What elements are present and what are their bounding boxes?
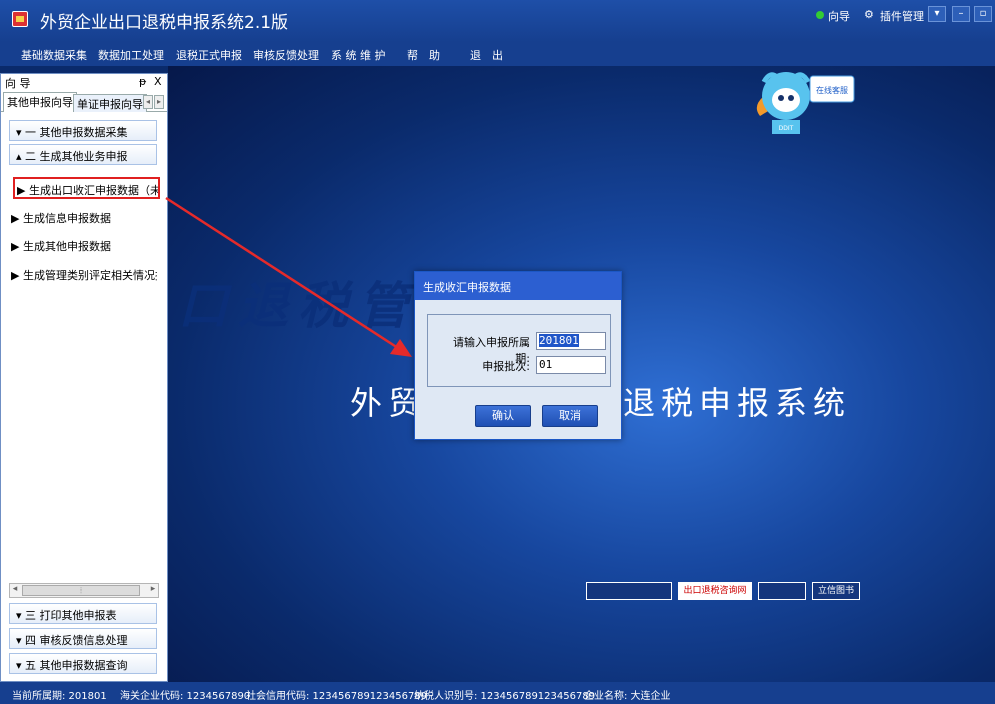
triangle-icon: ▶ [11, 269, 23, 282]
batch-input[interactable]: 01 [536, 356, 606, 374]
panel-tabs: 其他申报向导 单证申报向导 ◂ ▸ [1, 92, 167, 112]
group-audit-feedback[interactable]: ▾ 四 审核反馈信息处理 [9, 628, 157, 649]
collapse-icon: ▾ [16, 609, 26, 622]
tab-other-declaration[interactable]: 其他申报向导 [3, 92, 77, 112]
group-label: 三 打印其他申报表 [25, 609, 117, 622]
partner-logo-1 [586, 582, 672, 600]
panel-title: 向 导 [5, 77, 31, 90]
background-subtitle-right: 退税申报系统 [623, 384, 852, 422]
wizard-panel: 向 导 ᵽ X 其他申报向导 单证申报向导 ◂ ▸ ▾ 一 其他申报数据采集 ▴… [0, 73, 168, 682]
guide-button[interactable]: 向导 [828, 8, 850, 24]
online-status-icon [816, 11, 824, 19]
collapse-icon: ▾ [16, 126, 26, 139]
background-banner-text: 口退税管 [178, 277, 418, 335]
menu-basic-data[interactable]: 基础数据采集 [21, 47, 87, 63]
group-data-collection[interactable]: ▾ 一 其他申报数据采集 [9, 120, 157, 141]
tab-scroll-left-icon[interactable]: ◂ [143, 95, 153, 109]
dropdown-icon[interactable]: ▾ [928, 6, 946, 22]
tab-scroll-right-icon[interactable]: ▸ [154, 95, 164, 109]
status-bar: 当前所属期: 201801 海关企业代码: 1234567890 社会信用代码:… [0, 682, 995, 704]
plugin-manager-button[interactable]: 插件管理 [880, 8, 924, 24]
dialog-title: 生成收汇申报数据 [415, 272, 621, 300]
scroll-thumb[interactable]: ⦙ [22, 585, 140, 596]
collapse-icon: ▾ [16, 634, 26, 647]
batch-label: 申报批次: [482, 360, 530, 373]
group-data-query[interactable]: ▾ 五 其他申报数据查询 [9, 653, 157, 674]
mascot-badge-text: 在线客服 [816, 85, 848, 95]
mascot-label-text: DDIT [779, 125, 794, 132]
partner-logo-4: 立信图书 [812, 582, 860, 600]
triangle-icon: ▶ [11, 240, 23, 253]
group-label: 一 其他申报数据采集 [25, 126, 128, 139]
leaf-generate-info-data[interactable]: ▶ 生成信息申报数据 [11, 210, 157, 226]
status-credit-code: 社会信用代码: 123456789123456789 [246, 691, 428, 702]
group-generate-declaration[interactable]: ▴ 二 生成其他业务申报 [9, 144, 157, 165]
triangle-icon: ▶ [11, 212, 23, 225]
status-customs-code: 海关企业代码: 1234567890 [120, 691, 251, 702]
group-label: 四 审核反馈信息处理 [25, 634, 128, 647]
scroll-left-icon[interactable]: ◂ [10, 584, 20, 597]
settings-icon[interactable]: ⚙ [864, 8, 874, 21]
app-title: 外贸企业出口退税申报系统2.1版 [40, 13, 289, 33]
panel-header: 向 导 ᵽ X [1, 74, 167, 90]
minimize-button[interactable]: – [952, 6, 970, 22]
menu-bar: 基础数据采集 数据加工处理 退税正式申报 审核反馈处理 系 统 维 护 帮 助 … [0, 42, 995, 66]
generate-forex-dialog: 生成收汇申报数据 请输入申报所属期: 201801 申报批次: 01 确认 取消 [414, 271, 622, 440]
group-print-forms[interactable]: ▾ 三 打印其他申报表 [9, 603, 157, 624]
leaf-generate-forex-data[interactable]: ▶ 生成出口收汇申报数据（未认定 [13, 177, 160, 199]
menu-help[interactable]: 帮 助 [407, 47, 440, 63]
leaf-generate-other-data[interactable]: ▶ 生成其他申报数据 [11, 238, 157, 254]
leaf-label: 生成出口收汇申报数据（未认定 [28, 184, 160, 197]
confirm-button[interactable]: 确认 [475, 405, 531, 427]
app-logo-icon [12, 11, 28, 27]
leaf-generate-category-report[interactable]: ▶ 生成管理类别评定相关情况报告 [11, 267, 157, 283]
status-taxpayer-id: 纳税人识别号: 123456789123456789 [414, 691, 596, 702]
customer-service-mascot-icon[interactable]: 在线客服 DDIT [750, 66, 860, 136]
group-label: 五 其他申报数据查询 [25, 659, 128, 672]
tab-document-declaration[interactable]: 单证申报向导 [73, 94, 147, 112]
collapse-icon: ▾ [16, 659, 26, 672]
title-bar: 外贸企业出口退税申报系统2.1版 向导 ⚙ 插件管理 ▾ – ▫ [0, 0, 995, 42]
menu-exit[interactable]: 退 出 [470, 47, 503, 63]
cancel-button[interactable]: 取消 [542, 405, 598, 427]
expand-icon: ▴ [16, 150, 26, 163]
leaf-label: 生成信息申报数据 [22, 212, 111, 225]
pin-icon[interactable]: ᵽ [139, 75, 146, 88]
group-label: 二 生成其他业务申报 [25, 150, 128, 163]
triangle-icon: ▶ [17, 184, 29, 197]
horizontal-scrollbar[interactable]: ◂ ⦙ ▸ [9, 583, 159, 598]
status-company-name: 企业名称: 大连企业 [584, 691, 671, 702]
leaf-label: 生成管理类别评定相关情况报告 [22, 269, 157, 282]
status-period: 当前所属期: 201801 [12, 691, 107, 702]
menu-formal-declaration[interactable]: 退税正式申报 [176, 47, 242, 63]
leaf-label: 生成其他申报数据 [22, 240, 111, 253]
menu-system-maintenance[interactable]: 系 统 维 护 [331, 47, 386, 63]
close-icon[interactable]: X [154, 75, 162, 88]
menu-data-processing[interactable]: 数据加工处理 [98, 47, 164, 63]
dialog-fieldset: 请输入申报所属期: 201801 申报批次: 01 [427, 314, 611, 387]
menu-audit-feedback[interactable]: 审核反馈处理 [253, 47, 319, 63]
scroll-right-icon[interactable]: ▸ [148, 584, 158, 597]
restore-button[interactable]: ▫ [974, 6, 992, 22]
period-input[interactable]: 201801 [536, 332, 606, 350]
partner-logo-2: 出口退税咨询网 [678, 582, 752, 600]
partner-logo-3 [758, 582, 806, 600]
